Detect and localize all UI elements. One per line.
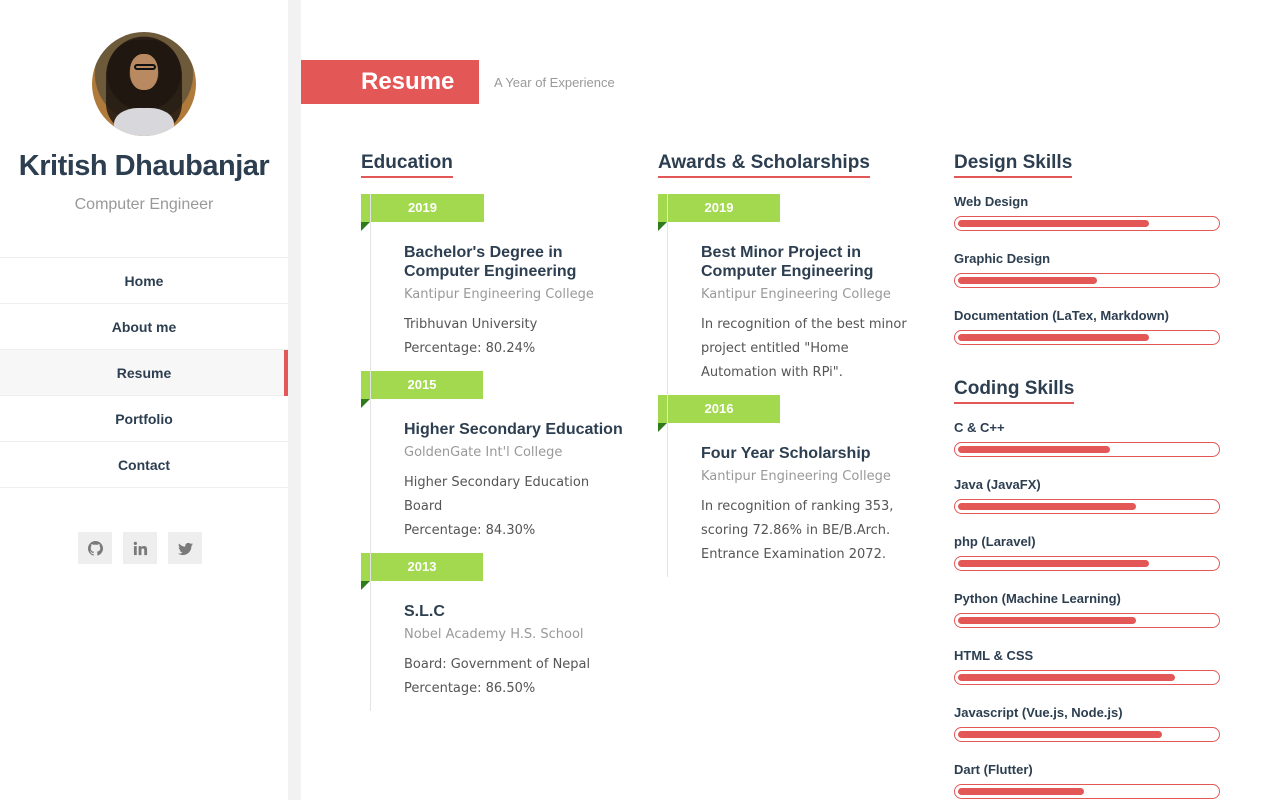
skill-bar-fill [958, 560, 1149, 567]
linkedin-button[interactable] [123, 532, 157, 564]
skill-bar-fill [958, 674, 1175, 681]
skill-item: Web Design [954, 194, 1224, 231]
skill-item: Documentation (LaTex, Markdown) [954, 308, 1224, 345]
skill-name: Dart (Flutter) [954, 762, 1033, 777]
timeline-entry: 2015 Higher Secondary Education GoldenGa… [361, 371, 631, 553]
entry-line: Higher Secondary Education Board [404, 475, 590, 514]
skill-bar-fill [958, 503, 1137, 510]
profile-role: Computer Engineer [74, 196, 214, 213]
entry-title: Bachelor's Degree in Computer Engineerin… [404, 244, 577, 280]
entry-line: Tribhuvan University [404, 317, 538, 332]
coding-skills-title: Coding Skills [954, 378, 1075, 404]
skill-bar [954, 499, 1220, 514]
awards-timeline: 2019 Best Minor Project in Computer Engi… [658, 194, 928, 577]
sidebar-divider [288, 0, 301, 800]
skill-item: Dart (Flutter) [954, 762, 1224, 799]
skill-item: Python (Machine Learning) [954, 591, 1224, 628]
skill-bar-fill [958, 617, 1137, 624]
skill-item: php (Laravel) [954, 534, 1224, 571]
education-timeline: 2019 Bachelor's Degree in Computer Engin… [361, 194, 631, 711]
skill-bar [954, 556, 1220, 571]
nav-item-resume[interactable]: Resume [0, 350, 288, 396]
social-links [78, 532, 202, 564]
twitter-icon [177, 542, 193, 555]
skill-bar [954, 273, 1220, 288]
nav-item-about[interactable]: About me [0, 304, 288, 350]
entry-school: GoldenGate Int'l College [404, 445, 563, 460]
timeline-entry: 2019 Best Minor Project in Computer Engi… [658, 194, 928, 395]
nav-item-home[interactable]: Home [0, 258, 288, 304]
design-skills-title: Design Skills [954, 152, 1073, 178]
skill-item: Javascript (Vue.js, Node.js) [954, 705, 1224, 742]
skill-name: Java (JavaFX) [954, 477, 1041, 492]
skill-bar [954, 442, 1220, 457]
skill-bar-fill [958, 220, 1149, 227]
entry-school: Nobel Academy H.S. School [404, 627, 584, 642]
entry-title: S.L.C [404, 603, 445, 620]
github-button[interactable] [78, 532, 112, 564]
github-icon [87, 540, 103, 556]
entry-title: Best Minor Project in Computer Engineeri… [701, 244, 874, 280]
entry-line: In recognition of the best minor project… [701, 317, 907, 380]
skill-bar-fill [958, 788, 1085, 795]
skill-bar [954, 727, 1220, 742]
skill-item: HTML & CSS [954, 648, 1224, 685]
skill-bar-fill [958, 731, 1162, 738]
entry-line: In recognition of ranking 353, scoring 7… [701, 499, 894, 562]
skill-bar-fill [958, 334, 1149, 341]
entry-school: Kantipur Engineering College [701, 287, 891, 302]
entry-line: Percentage: 86.50% [404, 681, 536, 696]
skill-name: Python (Machine Learning) [954, 591, 1121, 606]
profile-name: Kritish Dhaubanjar [18, 150, 270, 182]
skill-item: Java (JavaFX) [954, 477, 1224, 514]
coding-skills-list: C & C++ Java (JavaFX) php (Laravel) Python … [954, 420, 1224, 799]
entry-school: Kantipur Engineering College [701, 469, 891, 484]
sidebar-nav: Home About me Resume Portfolio Contact [0, 257, 288, 488]
main-content: Resume A Year of Experience Education 20… [301, 0, 1280, 800]
skill-bar [954, 216, 1220, 231]
entry-title: Higher Secondary Education [404, 421, 623, 438]
linkedin-icon [133, 541, 147, 555]
skill-item: Graphic Design [954, 251, 1224, 288]
skill-bar [954, 670, 1220, 685]
skill-name: HTML & CSS [954, 648, 1034, 663]
education-title: Education [361, 152, 453, 178]
entry-school: Kantipur Engineering College [404, 287, 594, 302]
awards-column: Awards & Scholarships 2019 Best Minor Pr… [658, 152, 928, 577]
skill-bar [954, 613, 1220, 628]
skill-bar-fill [958, 277, 1098, 284]
skill-name: Web Design [954, 194, 1029, 209]
timeline-entry: 2013 S.L.C Nobel Academy H.S. School Boa… [361, 553, 631, 711]
skill-bar [954, 330, 1220, 345]
skill-name: php (Laravel) [954, 534, 1036, 549]
section-subtitle: A Year of Experience [494, 75, 615, 90]
education-column: Education 2019 Bachelor's Degree in Comp… [361, 152, 631, 711]
skill-name: C & C++ [954, 420, 1005, 435]
entry-line: Percentage: 80.24% [404, 341, 536, 356]
section-tag: Resume [301, 60, 479, 104]
twitter-button[interactable] [168, 532, 202, 564]
skill-bar [954, 784, 1220, 799]
skill-item: C & C++ [954, 420, 1224, 457]
entry-title: Four Year Scholarship [701, 445, 871, 462]
skills-column: Design Skills Web Design Graphic Design Do… [954, 152, 1224, 799]
entry-line: Board: Government of Nepal [404, 657, 591, 672]
design-skills-list: Web Design Graphic Design Documentation (L… [954, 194, 1224, 345]
skill-bar-fill [958, 446, 1111, 453]
timeline-entry: 2016 Four Year Scholarship Kantipur Engi… [658, 395, 928, 577]
awards-title: Awards & Scholarships [658, 152, 870, 178]
skill-name: Documentation (LaTex, Markdown) [954, 308, 1169, 323]
avatar [92, 32, 196, 136]
sidebar: Kritish Dhaubanjar Computer Engineer Hom… [0, 0, 288, 800]
nav-item-contact[interactable]: Contact [0, 442, 288, 488]
nav-item-portfolio[interactable]: Portfolio [0, 396, 288, 442]
entry-line: Percentage: 84.30% [404, 523, 536, 538]
skill-name: Javascript (Vue.js, Node.js) [954, 705, 1123, 720]
skill-name: Graphic Design [954, 251, 1051, 266]
timeline-entry: 2019 Bachelor's Degree in Computer Engin… [361, 194, 631, 371]
